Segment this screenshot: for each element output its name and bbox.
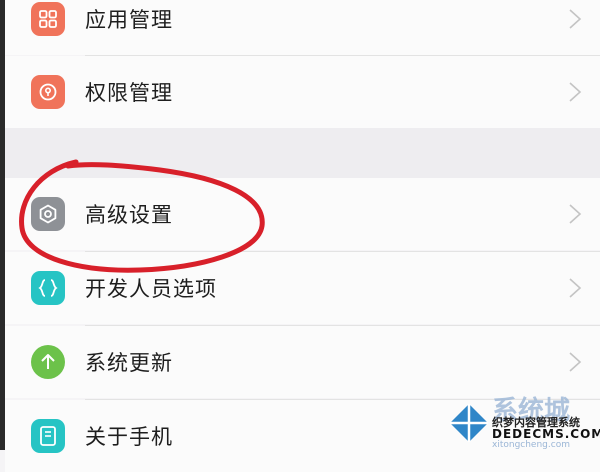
phone-info-icon	[31, 419, 65, 453]
watermark: 系统城 织梦内容管理系统 DEDECMS.COM xitongcheng.com	[440, 390, 600, 450]
settings-item-permission-management[interactable]: 权限管理	[5, 56, 600, 128]
chevron-right-icon	[569, 352, 582, 372]
settings-item-label: 权限管理	[85, 81, 173, 105]
windows-logo-icon	[450, 404, 488, 442]
watermark-domain: DEDECMS.COM	[492, 427, 600, 441]
settings-item-label: 关于手机	[85, 425, 173, 449]
settings-item-label: 高级设置	[85, 203, 173, 227]
settings-item-label: 开发人员选项	[85, 277, 217, 301]
chevron-right-icon	[569, 9, 582, 29]
chevron-right-icon	[569, 278, 582, 298]
chevron-right-icon	[569, 82, 582, 102]
settings-list: 应用管理 权限管理 高级设置 开发人员选项 系统更新 关于手机	[5, 0, 600, 472]
settings-item-app-management[interactable]: 应用管理	[5, 0, 600, 55]
watermark-url: xitongcheng.com	[492, 440, 570, 450]
settings-item-label: 系统更新	[85, 351, 173, 375]
chevron-right-icon	[569, 204, 582, 224]
app-grid-icon	[31, 2, 65, 36]
settings-item-label: 应用管理	[85, 8, 173, 32]
code-braces-icon	[31, 271, 65, 305]
settings-item-advanced-settings[interactable]: 高级设置	[5, 178, 600, 250]
arrow-up-icon	[31, 345, 65, 379]
shield-lock-icon	[31, 75, 65, 109]
settings-item-developer-options[interactable]: 开发人员选项	[5, 252, 600, 324]
settings-item-system-update[interactable]: 系统更新	[5, 326, 600, 398]
gear-icon	[31, 197, 65, 231]
section-separator	[5, 128, 600, 178]
